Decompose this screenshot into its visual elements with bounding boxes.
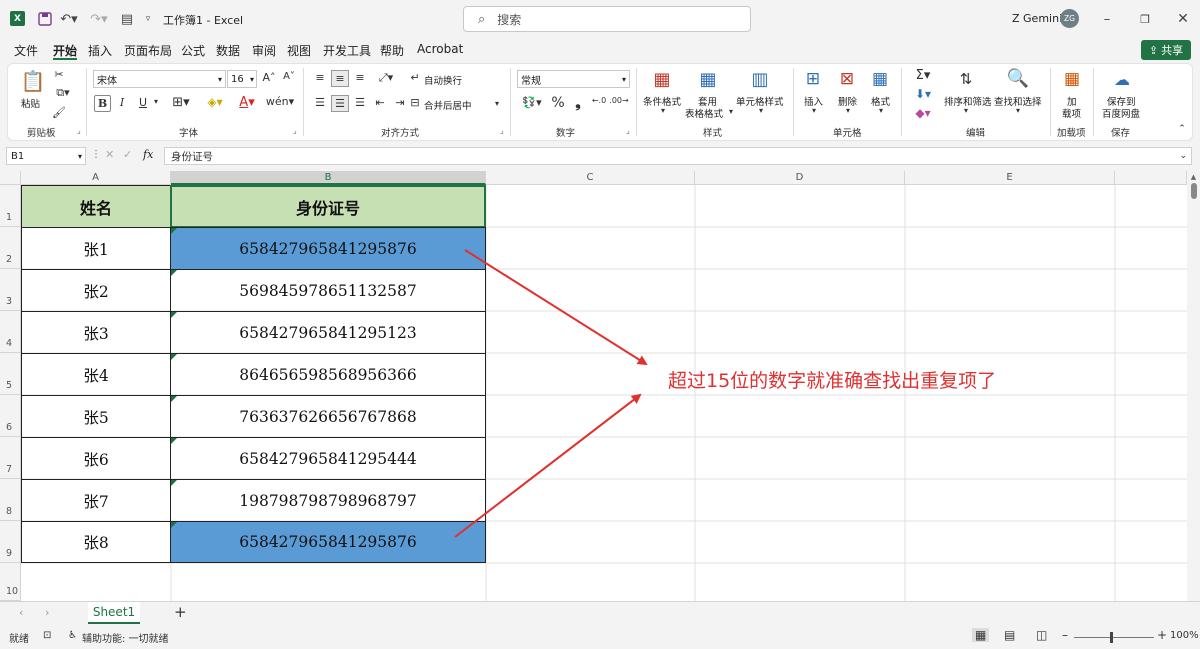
accessibility-icon[interactable]: ♿ — [68, 630, 77, 641]
macro-record-icon[interactable]: ⊡ — [43, 630, 51, 641]
zoom-slider[interactable] — [1074, 637, 1154, 638]
accessibility-status[interactable]: 辅助功能: 一切就绪 — [82, 630, 169, 645]
arrow-from-first-duplicate — [465, 250, 646, 364]
next-sheet-icon[interactable]: › — [45, 606, 49, 619]
status-bar — [0, 627, 1200, 649]
excel-window: X ↶▾ ↷▾ ▤ ▿ 工作簿1 - Excel ⌕ 搜索 Z Gemini Z… — [0, 0, 1200, 649]
page-layout-view-icon[interactable]: ▤ — [1004, 628, 1015, 642]
page-break-view-icon[interactable]: ◫ — [1036, 628, 1047, 642]
annotation-text: 超过15位的数字就准确查找出重复项了 — [668, 366, 996, 393]
sheet-tab-sheet1[interactable]: Sheet1 — [88, 602, 140, 624]
scroll-up-icon[interactable]: ▲ — [1187, 173, 1200, 181]
arrow-from-last-duplicate — [455, 395, 640, 537]
status-ready: 就绪 — [9, 630, 29, 645]
scroll-thumb[interactable] — [1191, 183, 1197, 199]
zoom-slider-thumb[interactable] — [1110, 632, 1113, 643]
add-sheet-icon[interactable]: + — [174, 603, 187, 621]
zoom-in-icon[interactable]: + — [1157, 628, 1167, 642]
normal-view-icon[interactable]: ▦ — [972, 628, 989, 642]
prev-sheet-icon[interactable]: ‹ — [19, 606, 23, 619]
zoom-level[interactable]: 100% — [1170, 630, 1199, 641]
vertical-scrollbar[interactable]: ▲ — [1187, 171, 1200, 601]
annotation-arrows — [0, 0, 1200, 649]
zoom-out-icon[interactable]: – — [1062, 628, 1068, 642]
